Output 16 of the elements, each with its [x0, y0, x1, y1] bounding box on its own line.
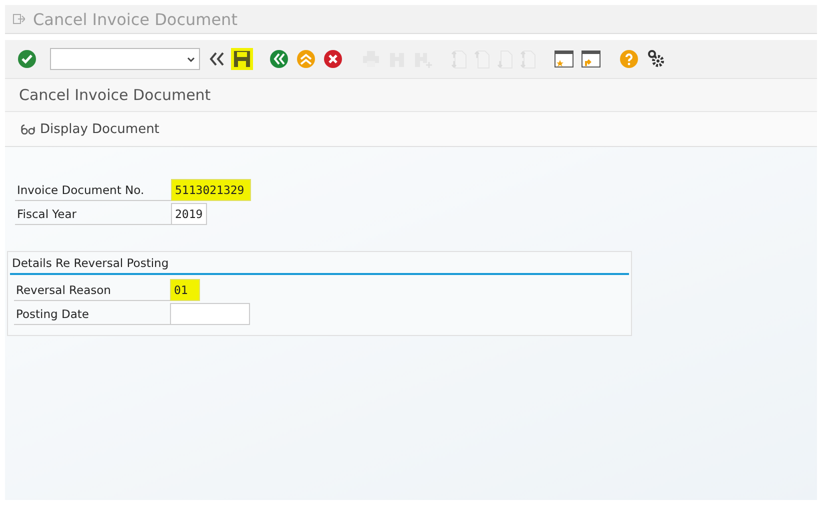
- cancel-icon[interactable]: [321, 47, 345, 71]
- display-document-button[interactable]: Display Document: [19, 120, 162, 138]
- window-title: Cancel Invoice Document: [33, 10, 238, 28]
- input-field[interactable]: 01: [170, 279, 200, 301]
- save-icon[interactable]: [231, 48, 253, 70]
- checkmark-icon[interactable]: [15, 47, 39, 71]
- group-title: Details Re Reversal Posting: [10, 254, 629, 275]
- input-field[interactable]: 5113021329: [171, 179, 251, 201]
- input-field[interactable]: [170, 303, 250, 325]
- input-field[interactable]: 2019: [171, 203, 207, 225]
- glasses-icon: [21, 124, 35, 134]
- menu-icon[interactable]: [13, 14, 25, 24]
- back-icon[interactable]: [267, 47, 291, 71]
- command-field[interactable]: [50, 48, 200, 70]
- dropdown-icon[interactable]: [187, 56, 195, 62]
- screen-title: Cancel Invoice Document: [5, 79, 817, 112]
